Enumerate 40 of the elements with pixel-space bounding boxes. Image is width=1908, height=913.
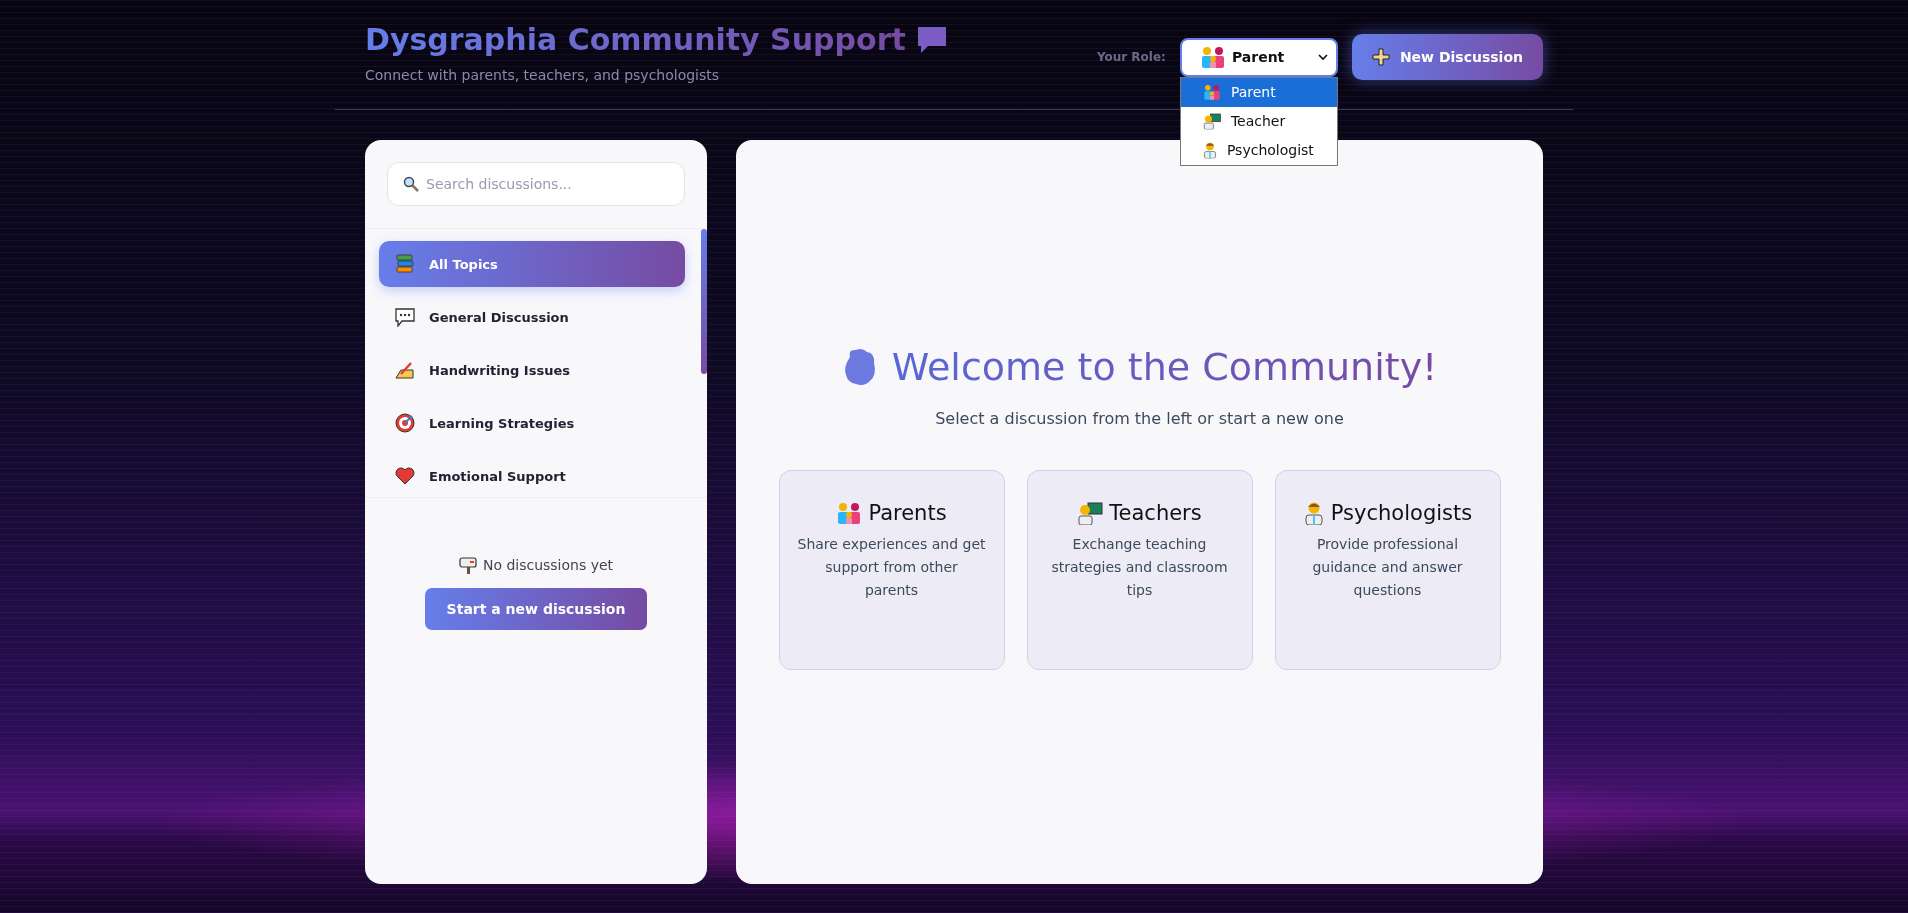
mailbox-icon [458, 556, 477, 574]
doctor-icon [1302, 501, 1325, 525]
chat-bubble-icon [915, 24, 948, 55]
teacher-icon [1077, 501, 1104, 525]
search-field[interactable]: Search discussions... [387, 162, 685, 206]
role-select[interactable]: Parent [1179, 37, 1338, 77]
card-title: Teachers [1109, 501, 1202, 525]
role-option[interactable]: Teacher [1180, 106, 1337, 136]
start-discussion-button[interactable]: Start a new discussion [424, 588, 648, 630]
caret-icon [1317, 53, 1328, 61]
role-option[interactable]: Parent [1180, 77, 1337, 107]
writing-hand-icon [395, 361, 415, 379]
card-text: Provide professional guidance and answer questions [1311, 535, 1464, 600]
target-icon [395, 413, 415, 433]
topic-item[interactable]: Emotional Support [379, 453, 685, 499]
topic-item[interactable]: Learning Strategies [379, 400, 685, 446]
topic-item[interactable]: General Discussion [379, 294, 685, 340]
topic-item[interactable]: Handwriting Issues [379, 347, 685, 393]
role-option[interactable]: Psychologist [1180, 135, 1337, 165]
books-icon [395, 254, 415, 274]
welcome-subtitle: Select a discussion from the left or start a new one [935, 409, 1344, 428]
search-icon [403, 176, 419, 192]
family-icon [836, 501, 863, 525]
card-title: Parents [868, 501, 947, 525]
doctor-icon [1202, 141, 1218, 159]
card-text: Exchange teaching strategies and classroom tips [1050, 535, 1229, 600]
new-discussion-button[interactable]: New Discussion [1351, 34, 1543, 80]
heart-icon [395, 467, 415, 485]
role-label: Your Role: [1096, 50, 1166, 64]
topic-item[interactable]: All Topics [379, 241, 685, 287]
speech-bubble-icon [395, 307, 415, 327]
teacher-icon [1202, 112, 1221, 130]
family-icon [1202, 83, 1221, 101]
scrollbar-thumb[interactable] [701, 229, 707, 374]
empty-message: No discussions yet [482, 557, 614, 573]
plus-icon [1371, 48, 1390, 66]
card-title: Psychologists [1330, 501, 1473, 525]
app-subtitle: Connect with parents, teachers, and psychologists [365, 67, 721, 83]
family-icon [1199, 45, 1226, 69]
card-text: Share experiences and get support from other parents [797, 535, 986, 600]
